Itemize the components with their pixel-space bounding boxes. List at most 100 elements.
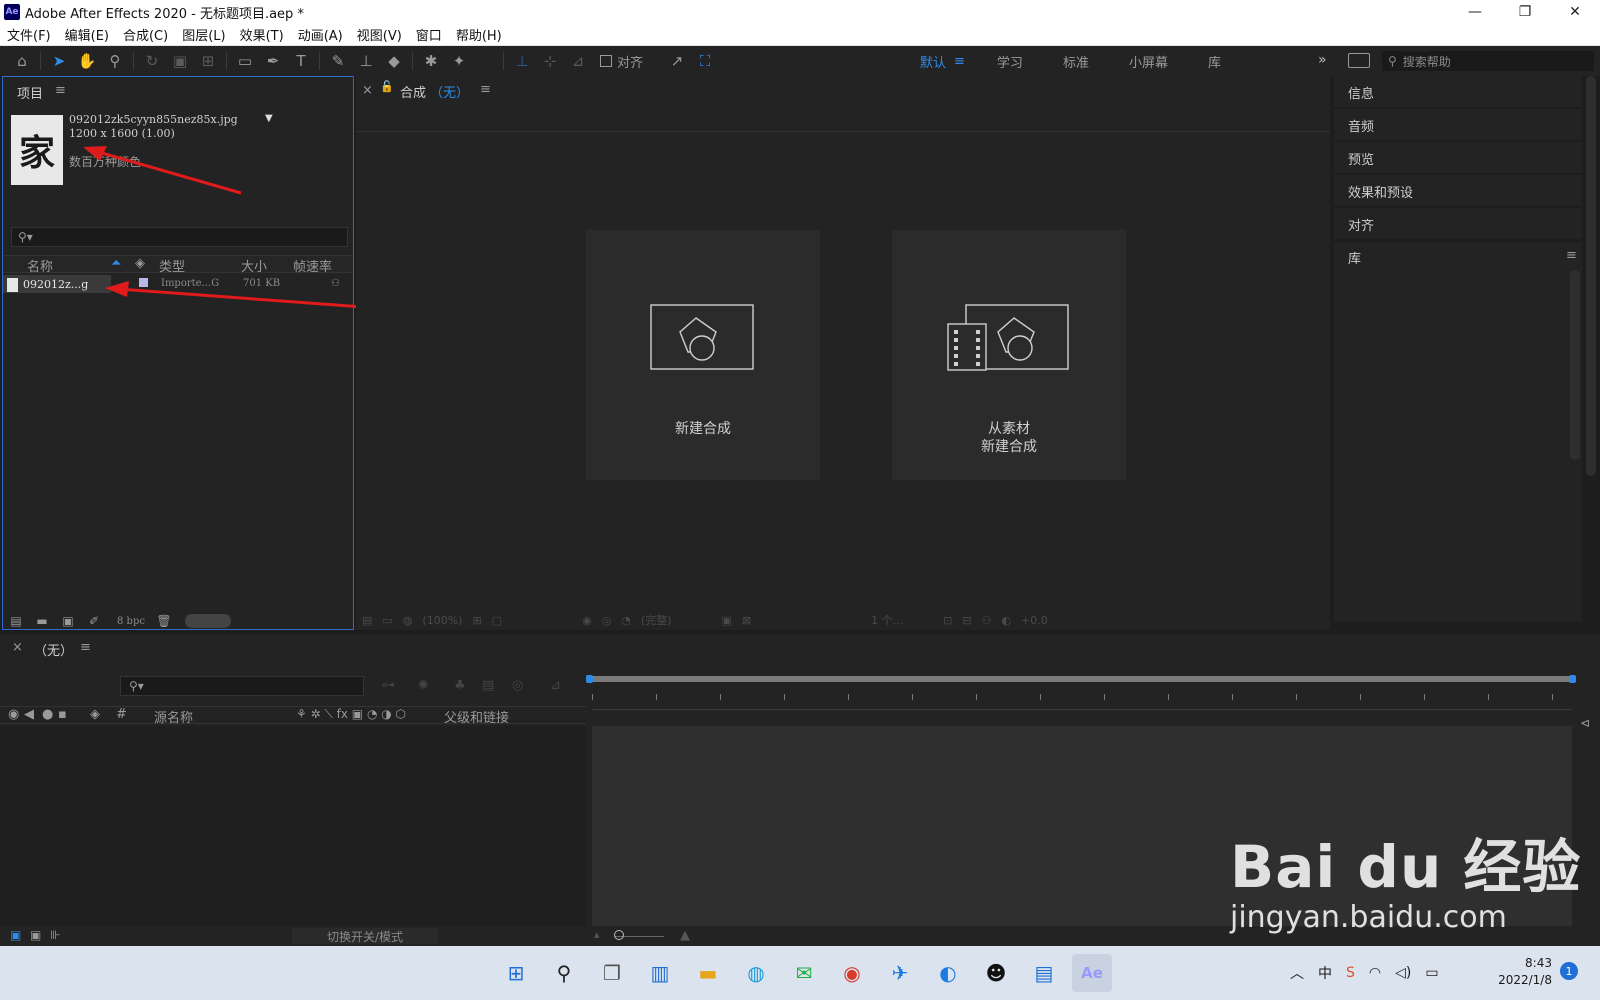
notepad-icon[interactable]: ▤: [1024, 954, 1064, 992]
column-size[interactable]: 大小: [241, 256, 267, 275]
type-tool-icon[interactable]: T: [287, 48, 315, 74]
menu-layer[interactable]: 图层(L): [175, 25, 232, 44]
snapshot-icon[interactable]: ◉: [582, 614, 592, 627]
view-axis-icon[interactable]: ⊿: [564, 48, 592, 74]
widgets-icon[interactable]: ▥: [640, 954, 680, 992]
sogou-ime-icon[interactable]: S: [1346, 965, 1355, 981]
lock-icon[interactable]: 🔓: [380, 80, 394, 93]
preview-panel-tab[interactable]: 预览: [1334, 142, 1582, 173]
column-name[interactable]: 名称: [27, 256, 53, 275]
rotate-tool-icon[interactable]: ↻: [138, 48, 166, 74]
pen-tool-icon[interactable]: ✒: [259, 48, 287, 74]
restore-button[interactable]: ❐: [1500, 0, 1550, 24]
layer-switches-icon[interactable]: ▣: [10, 928, 21, 942]
show-hidden-icons-icon[interactable]: ︿: [1290, 963, 1304, 983]
info-panel-tab[interactable]: 信息: [1334, 76, 1582, 107]
toggle-switches-modes-button[interactable]: 切换开关/模式: [292, 928, 438, 944]
file-explorer-icon[interactable]: ▬: [688, 954, 728, 992]
align-panel-tab[interactable]: 对齐: [1334, 208, 1582, 239]
interpret-footage-icon[interactable]: ▤: [3, 614, 29, 628]
frame-blending-icon[interactable]: ▤: [482, 678, 494, 693]
workspace-menu-icon[interactable]: ≡: [954, 54, 965, 69]
time-ruler[interactable]: [592, 690, 1572, 710]
after-effects-taskbar-icon[interactable]: Ae: [1072, 954, 1112, 992]
rectangle-tool-icon[interactable]: ▭: [231, 48, 259, 74]
asset-usage-dropdown-icon[interactable]: ▼: [265, 113, 273, 124]
resolution-dropdown[interactable]: (完整): [641, 612, 672, 628]
exposure-icon[interactable]: ◐: [1001, 614, 1011, 627]
chrome-icon[interactable]: ◉: [832, 954, 872, 992]
transfer-controls-icon[interactable]: ▣: [30, 928, 41, 942]
libraries-menu-icon[interactable]: ≡: [1566, 248, 1577, 263]
minimize-button[interactable]: —: [1450, 0, 1500, 24]
thumbnail-size-slider[interactable]: [184, 614, 231, 628]
search-icon[interactable]: ⚲: [544, 954, 584, 992]
qq-browser-icon[interactable]: ◐: [928, 954, 968, 992]
transparency-grid-icon[interactable]: ⊠: [742, 614, 751, 627]
panel-scrollbar[interactable]: [1586, 76, 1596, 476]
draft-3d-icon[interactable]: ✺: [418, 678, 429, 693]
project-search-input[interactable]: ⚲▾: [11, 227, 348, 247]
composition-tab[interactable]: 合成: [400, 82, 426, 101]
bit-depth[interactable]: 8 bpc: [117, 616, 145, 627]
home-icon[interactable]: ⌂: [8, 48, 36, 74]
grid-icon[interactable]: ⊞: [472, 614, 481, 627]
camera-tool-icon[interactable]: ▣: [166, 48, 194, 74]
effects-presets-panel-tab[interactable]: 效果和预设: [1334, 175, 1582, 206]
zoom-tool-icon[interactable]: ⚲: [101, 48, 129, 74]
flowchart-icon[interactable]: ⚇: [982, 614, 992, 627]
keyboard-shortcuts-icon[interactable]: [1348, 53, 1370, 68]
menu-effect[interactable]: 效果(T): [233, 25, 291, 44]
workspace-learn[interactable]: 学习: [997, 52, 1023, 71]
menu-edit[interactable]: 编辑(E): [58, 25, 116, 44]
project-tab[interactable]: 项目: [17, 83, 43, 102]
zoom-out-icon[interactable]: ▴: [594, 928, 600, 941]
close-button[interactable]: ✕: [1550, 0, 1600, 24]
region-icon[interactable]: ▢: [492, 614, 502, 627]
eraser-tool-icon[interactable]: ◆: [380, 48, 408, 74]
menu-composition[interactable]: 合成(C): [116, 25, 175, 44]
project-panel-menu-icon[interactable]: ≡: [55, 83, 66, 98]
input-language[interactable]: 中: [1318, 963, 1332, 983]
timeline-layers-list[interactable]: [0, 726, 586, 926]
zoom-dropdown[interactable]: (100%): [422, 614, 462, 627]
selection-tool-icon[interactable]: ➤: [45, 48, 73, 74]
eye-icon[interactable]: ◉: [8, 707, 19, 722]
composition-tab-value[interactable]: （无）: [430, 82, 469, 101]
menu-help[interactable]: 帮助(H): [449, 25, 509, 44]
column-type[interactable]: 类型: [159, 256, 185, 275]
zoom-in-icon[interactable]: ▲: [680, 928, 690, 943]
menu-file[interactable]: 文件(F): [0, 25, 58, 44]
zoom-slider-handle[interactable]: [614, 930, 624, 940]
libraries-tab[interactable]: 库: [1348, 248, 1361, 267]
align-checkbox[interactable]: 对齐: [600, 52, 643, 71]
new-folder-icon[interactable]: ▬: [29, 614, 55, 628]
project-settings-icon[interactable]: ✐: [81, 614, 107, 628]
workspace-small-screen[interactable]: 小屏幕: [1129, 52, 1168, 71]
audio-icon[interactable]: ◀: [24, 707, 34, 722]
fast-preview-icon[interactable]: ⊡: [943, 614, 952, 627]
snap-icon[interactable]: ↗: [663, 48, 691, 74]
help-search-input[interactable]: ⚲ 搜索帮助: [1382, 51, 1594, 71]
trash-icon[interactable]: 🗑: [151, 614, 177, 628]
comp-panel-menu-icon[interactable]: ≡: [480, 82, 491, 97]
work-area-bar[interactable]: [586, 675, 1576, 683]
column-source-name[interactable]: 源名称: [154, 707, 193, 726]
wechat-icon[interactable]: ✉: [784, 954, 824, 992]
qq-icon[interactable]: ☻: [976, 954, 1016, 992]
lock-icon[interactable]: ▪: [58, 707, 67, 722]
mask-icon[interactable]: ◍: [403, 614, 413, 627]
comp-close-icon[interactable]: ×: [362, 83, 373, 98]
menu-window[interactable]: 窗口: [409, 25, 449, 44]
switches-icons[interactable]: ⚘ ✲ ⟍ fx ▣ ◔ ◑ ⬡: [296, 707, 406, 722]
hand-tool-icon[interactable]: ✋: [73, 48, 101, 74]
comp-mini-flowchart-icon[interactable]: ⊶: [382, 678, 395, 693]
more-workspaces-icon[interactable]: »: [1318, 52, 1327, 68]
battery-icon[interactable]: ▭: [1425, 965, 1438, 981]
brush-tool-icon[interactable]: ✎: [324, 48, 352, 74]
label-column-icon[interactable]: ◈: [90, 707, 100, 722]
volume-icon[interactable]: ◁): [1395, 965, 1411, 981]
new-composition-button[interactable]: 新建合成: [586, 230, 820, 480]
monitor-icon[interactable]: ▭: [382, 614, 392, 627]
edge-browser-icon[interactable]: ◍: [736, 954, 776, 992]
